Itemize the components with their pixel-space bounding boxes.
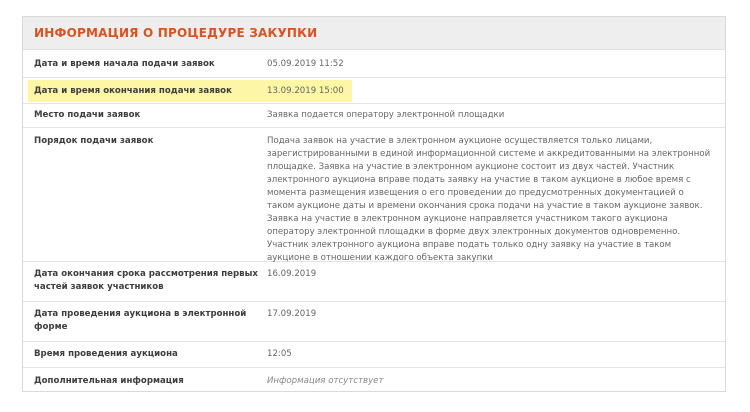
row-label: Дата проведения аукциона в электронной ф… [34,309,247,332]
row-label: Дополнительная информация [34,375,184,386]
row-label-highlight-wrap: Дата и время окончания подачи заявок [23,79,267,102]
row-auction-time: Время проведения аукциона 12:05 [23,342,725,368]
row-value: 16.09.2019 [267,269,317,279]
row-label: Порядок подачи заявок [34,136,154,146]
row-value-highlighted: 13.09.2019 15:00 [259,79,352,102]
info-rows: Дата и время начала подачи заявок 05.09.… [23,50,725,394]
row-end-date: Дата и время окончания подачи заявок 13.… [23,78,725,104]
row-label: Время проведения аукциона [34,349,178,359]
row-label: Дата окончания срока рассмотрения первых… [34,269,258,292]
panel-title: ИНФОРМАЦИЯ О ПРОЦЕДУРЕ ЗАКУПКИ [34,26,318,40]
row-submission-place: Место подачи заявок Заявка подается опер… [23,104,725,128]
row-auction-date: Дата проведения аукциона в электронной ф… [23,302,725,342]
row-label: Дата и время начала подачи заявок [34,59,215,69]
procurement-info-panel: ИНФОРМАЦИЯ О ПРОЦЕДУРЕ ЗАКУПКИ Дата и вр… [22,16,726,392]
row-value: 17.09.2019 [267,309,317,319]
row-label: Место подачи заявок [34,110,141,120]
panel-header: ИНФОРМАЦИЯ О ПРОЦЕДУРЕ ЗАКУПКИ [23,17,725,50]
row-additional-info: Дополнительная информация Информация отс… [23,368,725,394]
row-value-highlight-wrap: 13.09.2019 15:00 [259,79,725,102]
row-review-end-date: Дата окончания срока рассмотрения первых… [23,262,725,302]
row-label-highlighted: Дата и время окончания подачи заявок [28,79,266,102]
row-value: Информация отсутствует [267,375,384,386]
row-value: 12:05 [267,349,292,359]
row-value: Подача заявок на участие в электронном а… [267,136,711,263]
row-start-date: Дата и время начала подачи заявок 05.09.… [23,52,725,78]
row-value: Заявка подается оператору электронной пл… [267,110,505,120]
row-submission-order: Порядок подачи заявок Подача заявок на у… [23,128,725,263]
row-value: 05.09.2019 11:52 [267,59,344,69]
